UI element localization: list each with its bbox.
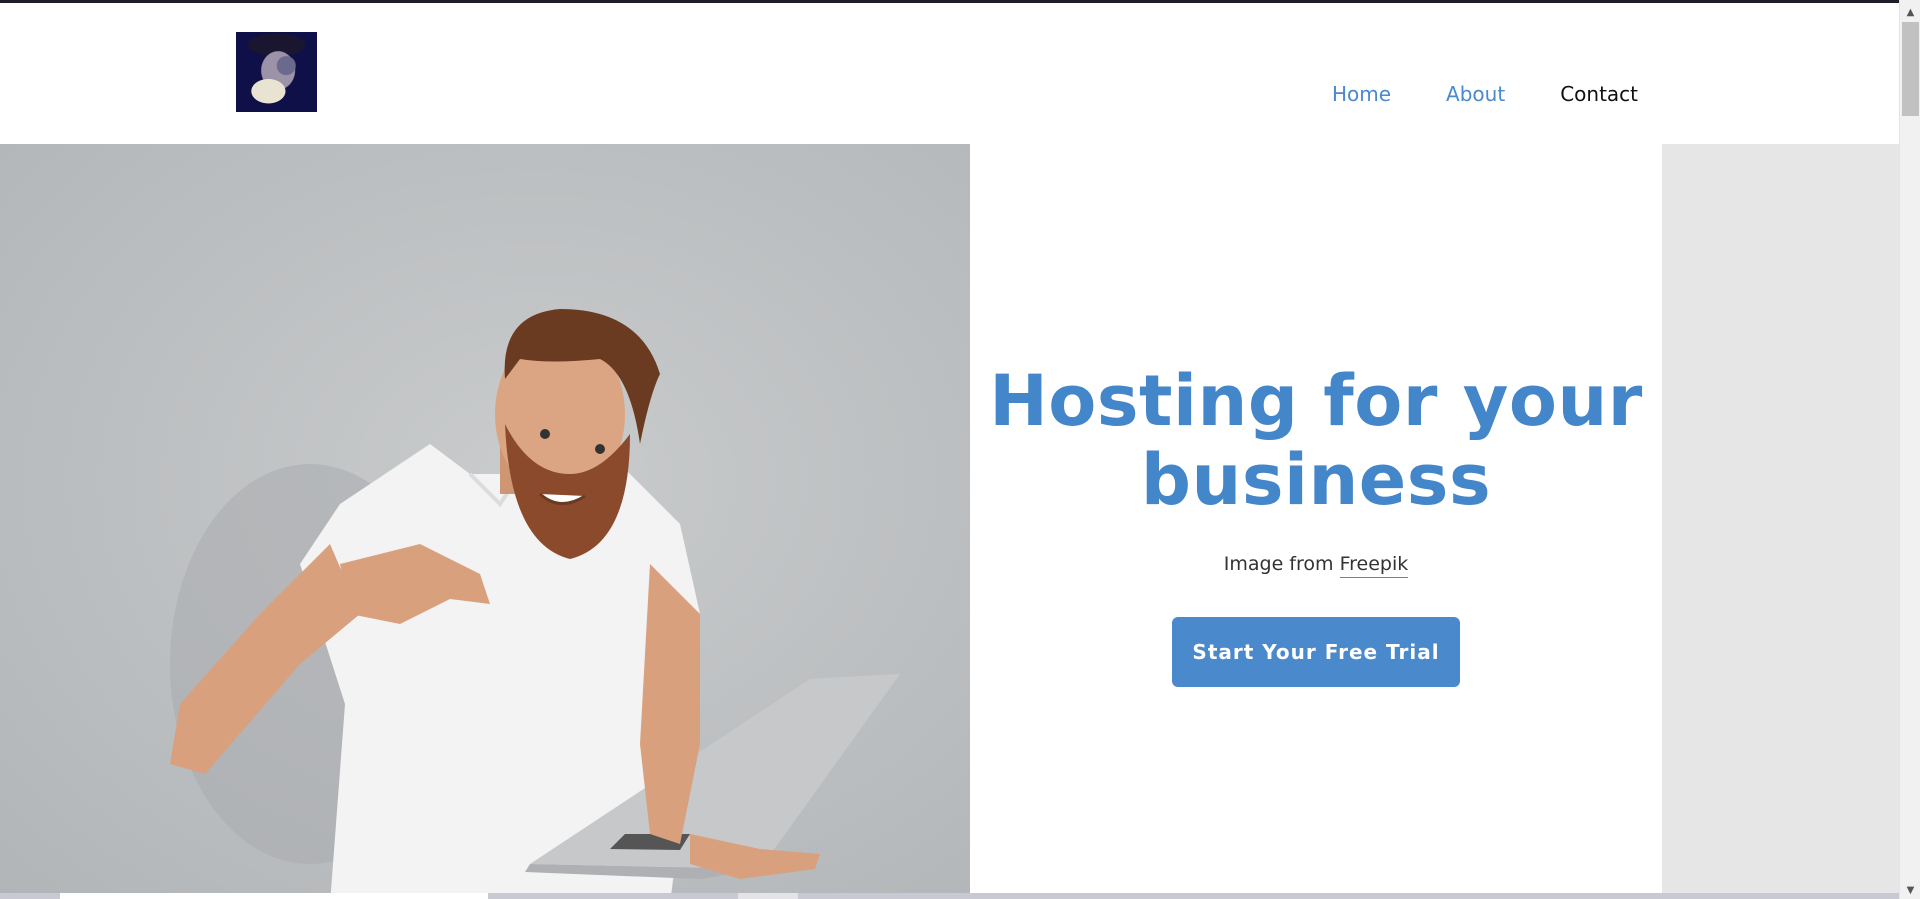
hero-panel: Hosting for your business Image from Fre…	[970, 144, 1662, 896]
nav-about-link[interactable]: About	[1446, 82, 1505, 106]
main-nav: Home About Contact	[1332, 82, 1638, 106]
nav-home-link[interactable]: Home	[1332, 82, 1391, 106]
site-logo[interactable]	[236, 32, 317, 112]
image-credit-prefix: Image from	[1223, 553, 1340, 575]
hero-title: Hosting for your business	[989, 360, 1643, 521]
man-with-laptop-illustration	[170, 309, 900, 896]
site-header: Home About Contact	[0, 3, 1899, 144]
start-free-trial-button[interactable]: Start Your Free Trial	[1172, 617, 1460, 687]
vertical-scrollbar[interactable]: ▲ ▼	[1899, 0, 1920, 899]
side-background-panel	[1662, 144, 1899, 896]
nav-contact-link[interactable]: Contact	[1560, 82, 1638, 106]
image-credit: Image from Freepik	[970, 553, 1662, 578]
bottom-strip-segment	[738, 893, 798, 899]
bottom-strip	[0, 893, 1899, 899]
scroll-down-arrow-icon[interactable]: ▼	[1900, 882, 1920, 899]
scrollbar-thumb[interactable]	[1902, 22, 1919, 116]
scroll-up-arrow-icon[interactable]: ▲	[1900, 4, 1920, 21]
freepik-link[interactable]: Freepik	[1339, 553, 1409, 578]
hero-image	[0, 144, 970, 896]
bottom-strip-segment	[60, 893, 488, 899]
